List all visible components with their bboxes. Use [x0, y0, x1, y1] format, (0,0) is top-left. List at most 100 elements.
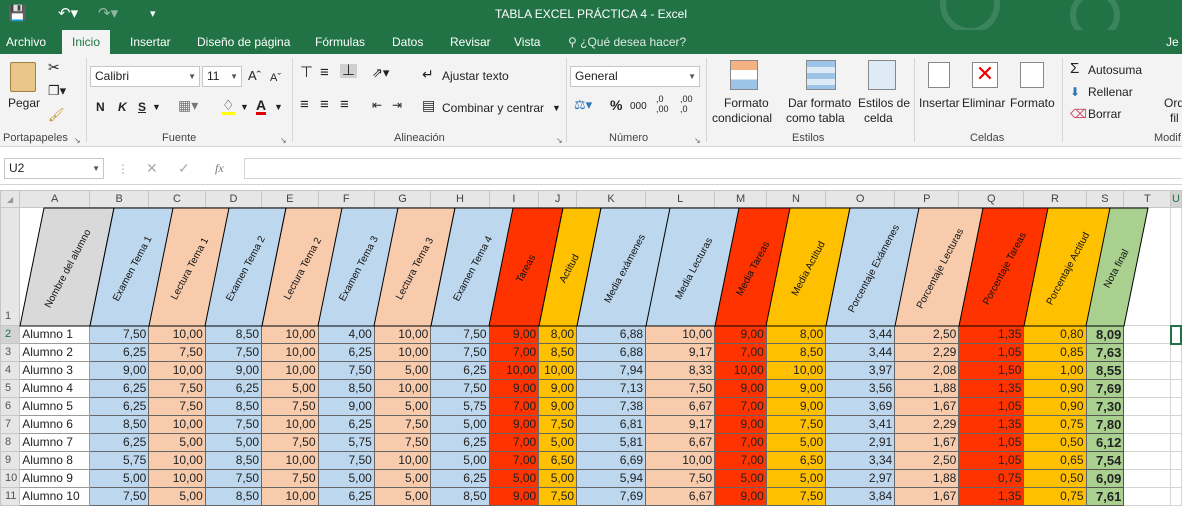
grade-cell[interactable]: 7,50 — [430, 343, 490, 362]
clear-button[interactable]: Borrar — [1088, 107, 1121, 121]
tab-diseno[interactable]: Diseño de página — [197, 30, 290, 54]
grade-cell[interactable]: 6,25 — [89, 397, 150, 416]
cut-icon[interactable]: ✂ — [48, 60, 60, 74]
grade-cell[interactable]: 7,50 — [430, 325, 490, 344]
grade-cell[interactable]: 2,50 — [894, 325, 960, 344]
grade-cell[interactable]: 6,67 — [645, 397, 716, 416]
row-header[interactable]: 7 — [0, 415, 21, 434]
grade-cell[interactable]: 0,75 — [1023, 415, 1087, 434]
grade-cell[interactable]: 0,80 — [1023, 325, 1087, 344]
delete-cells-icon[interactable]: ✕ — [972, 62, 998, 88]
final-grade-cell[interactable]: 8,09 — [1085, 325, 1125, 344]
column-header-k[interactable]: K — [576, 190, 647, 208]
column-header-c[interactable]: C — [148, 190, 206, 208]
header-cell[interactable]: Porcentaje Exámenes — [825, 207, 921, 327]
tab-archivo[interactable]: Archivo — [6, 30, 46, 54]
final-grade-cell[interactable]: 8,55 — [1085, 361, 1125, 380]
name-box[interactable]: U2 ▼ — [4, 158, 104, 179]
column-header-r[interactable]: R — [1023, 190, 1087, 208]
grade-cell[interactable]: 9,00 — [714, 487, 767, 506]
column-header-n[interactable]: N — [765, 190, 827, 208]
grade-cell[interactable]: 10,00 — [538, 361, 578, 380]
grade-cell[interactable]: 3,41 — [825, 415, 896, 434]
empty-cell[interactable] — [1123, 415, 1172, 434]
chevron-down-icon[interactable]: ▼ — [240, 100, 249, 114]
empty-cell[interactable] — [1170, 343, 1182, 362]
grade-cell[interactable]: 7,94 — [576, 361, 647, 380]
grade-cell[interactable]: 9,17 — [645, 343, 716, 362]
column-header-s[interactable]: S — [1085, 190, 1125, 208]
grade-cell[interactable]: 1,05 — [958, 433, 1025, 452]
grade-cell[interactable]: 1,05 — [958, 343, 1025, 362]
grade-cell[interactable]: 0,50 — [1023, 433, 1087, 452]
empty-cell[interactable] — [1123, 379, 1172, 398]
grade-cell[interactable]: 0,75 — [958, 469, 1025, 488]
grade-cell[interactable]: 7,50 — [538, 487, 578, 506]
student-name-cell[interactable]: Alumno 9 — [19, 469, 91, 488]
align-top-icon[interactable]: ⊤ — [300, 65, 313, 80]
underline-button[interactable]: S — [138, 100, 146, 114]
autosum-icon[interactable]: Σ — [1070, 61, 1079, 76]
cell-styles-icon[interactable] — [868, 60, 896, 90]
increase-indent-icon[interactable]: ⇥ — [392, 98, 402, 112]
grade-cell[interactable]: 1,35 — [958, 487, 1025, 506]
grade-cell[interactable]: 1,88 — [894, 469, 960, 488]
select-all-corner[interactable]: ◢ — [0, 190, 21, 208]
dialog-launcher-icon[interactable]: ↘ — [694, 134, 701, 148]
column-header-e[interactable]: E — [261, 190, 319, 208]
header-cell[interactable]: Media Lecturas — [644, 207, 741, 327]
grade-cell[interactable]: 9,00 — [317, 397, 375, 416]
grade-cell[interactable]: 9,00 — [714, 379, 767, 398]
grade-cell[interactable]: 5,94 — [576, 469, 647, 488]
grade-cell[interactable]: 9,00 — [488, 325, 540, 344]
grade-cell[interactable]: 10,00 — [148, 325, 206, 344]
grade-cell[interactable]: 1,67 — [894, 397, 960, 416]
grade-cell[interactable]: 7,69 — [576, 487, 647, 506]
grade-cell[interactable]: 5,00 — [538, 469, 578, 488]
grade-cell[interactable]: 1,35 — [958, 325, 1025, 344]
column-header-f[interactable]: F — [317, 190, 375, 208]
grade-cell[interactable]: 0,75 — [1023, 487, 1087, 506]
header-cell[interactable]: Media Actitud — [765, 207, 851, 327]
grade-cell[interactable]: 1,88 — [894, 379, 960, 398]
empty-cell[interactable] — [1123, 451, 1172, 470]
grade-cell[interactable]: 6,25 — [89, 379, 150, 398]
grade-cell[interactable]: 10,00 — [373, 451, 432, 470]
grade-cell[interactable]: 7,38 — [576, 397, 647, 416]
grade-cell[interactable]: 7,50 — [317, 451, 375, 470]
grade-cell[interactable]: 9,00 — [538, 397, 578, 416]
grade-cell[interactable]: 5,00 — [765, 469, 827, 488]
grade-cell[interactable]: 3,97 — [825, 361, 896, 380]
grade-cell[interactable]: 10,00 — [261, 487, 319, 506]
header-cell[interactable]: Nombre del alumno — [19, 207, 115, 327]
grade-cell[interactable]: 10,00 — [488, 361, 540, 380]
font-color-icon[interactable]: A — [256, 98, 267, 115]
grade-cell[interactable]: 7,50 — [204, 415, 263, 434]
grade-cell[interactable]: 10,00 — [148, 469, 206, 488]
grade-cell[interactable]: 5,00 — [317, 469, 375, 488]
grade-cell[interactable]: 7,50 — [261, 397, 319, 416]
chevron-down-icon[interactable]: ▼ — [552, 101, 561, 115]
grow-font-icon[interactable]: Aˆ — [248, 69, 261, 83]
final-grade-cell[interactable]: 6,09 — [1085, 469, 1125, 488]
row-header[interactable]: 2 — [0, 325, 21, 344]
align-center-icon[interactable]: ≡ — [320, 97, 329, 112]
column-header-p[interactable]: P — [894, 190, 960, 208]
grade-cell[interactable]: 1,05 — [958, 451, 1025, 470]
grade-cell[interactable]: 5,00 — [89, 469, 150, 488]
column-header-h[interactable]: H — [430, 190, 490, 208]
grade-cell[interactable]: 0,85 — [1023, 343, 1087, 362]
grade-cell[interactable]: 6,25 — [89, 433, 150, 452]
grade-cell[interactable]: 5,00 — [373, 487, 432, 506]
header-cell[interactable]: Actitud — [538, 207, 602, 327]
wrap-text-icon[interactable]: ↵ — [422, 67, 434, 81]
wrap-text-button[interactable]: Ajustar texto — [442, 69, 509, 83]
header-cell[interactable]: Porcentaje Actitud — [1023, 207, 1112, 327]
grade-cell[interactable]: 9,00 — [765, 397, 827, 416]
final-grade-cell[interactable]: 6,12 — [1085, 433, 1125, 452]
empty-cell[interactable] — [1123, 325, 1172, 344]
empty-cell[interactable] — [1170, 469, 1182, 488]
empty-cell[interactable] — [1169, 324, 1182, 345]
grade-cell[interactable]: 7,50 — [373, 415, 432, 434]
empty-cell[interactable] — [1123, 433, 1172, 452]
